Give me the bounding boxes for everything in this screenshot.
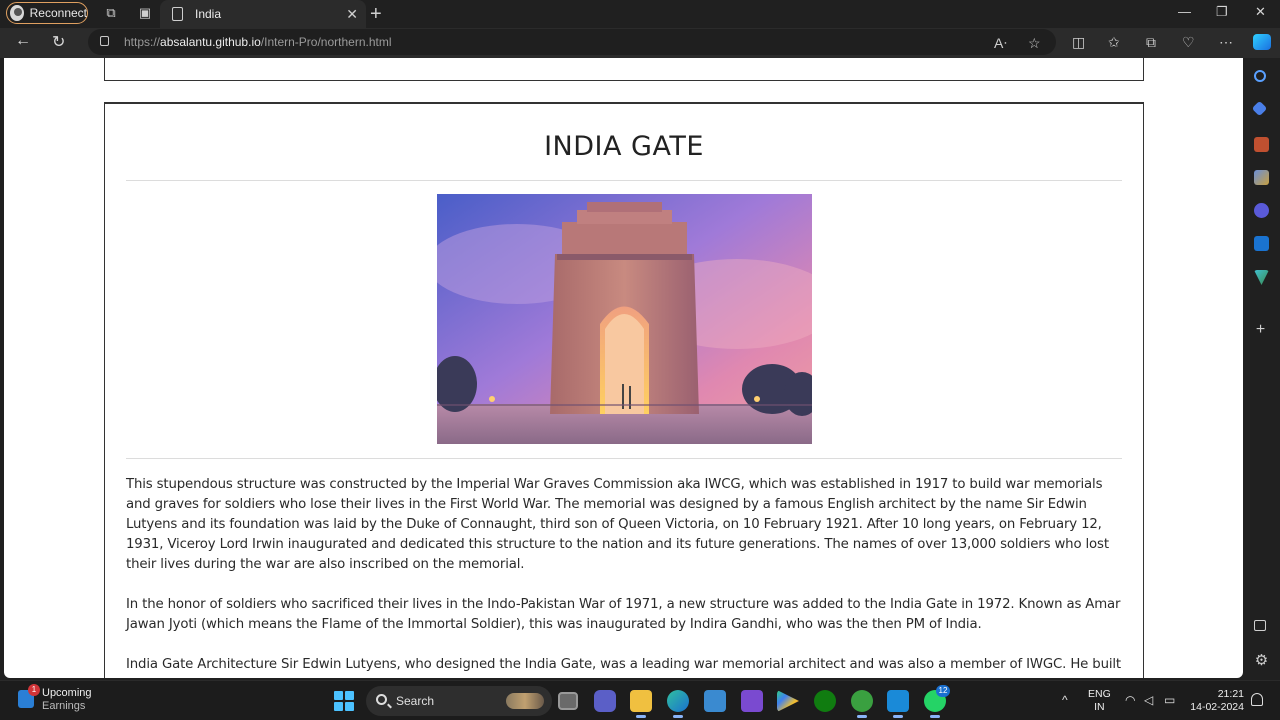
architecture-paragraph: India Gate Architecture Sir Edwin Lutyen… [126,657,1121,678]
tab-title: India [195,7,222,21]
start-button[interactable] [334,691,354,711]
outlook-icon[interactable] [1254,236,1269,251]
page-title: INDIA GATE [544,131,704,162]
taskbar-search[interactable]: Search [366,686,552,716]
address-toolbar: ← ↻ https://absalantu.github.io/Intern-P… [0,28,1280,58]
tools-icon[interactable] [1254,137,1269,152]
wifi-icon[interactable]: ◠ [1125,693,1135,707]
reconnect-profile-button[interactable]: Reconnect [6,2,88,24]
copilot-sidebar-icon[interactable] [1254,203,1269,218]
refresh-icon[interactable]: ↻ [52,32,65,52]
search-highlight-icon [506,693,544,709]
reconnect-label: Reconnect [29,6,87,20]
browser-title-bar: Reconnect ⧉ ▣ India ✕ + — ❐ ✕ [0,0,1280,28]
tab-actions-icon[interactable]: ▣ [137,5,153,21]
search-icon[interactable] [1254,70,1266,82]
volume-icon[interactable]: ◁ [1144,693,1153,707]
microsoft-store-icon[interactable] [704,690,726,712]
history-paragraph: This stupendous structure was constructe… [126,477,1109,572]
drop-icon[interactable] [1254,270,1269,285]
clock-date: 14-02-2024 [1190,701,1244,713]
search-icon [376,694,387,705]
shopping-tag-icon[interactable] [1251,100,1268,117]
tab-india[interactable]: India ✕ [160,0,366,28]
profile-avatar-icon [10,5,24,21]
widget-title: Upcoming [42,687,92,699]
close-window-icon[interactable]: ✕ [1255,4,1266,20]
games-icon[interactable] [1254,170,1269,185]
india-gate-card: INDIA GATE This stupendous structure was… [104,102,1144,678]
xbox-icon[interactable] [814,690,836,712]
whatsapp-icon[interactable]: 12 [924,685,950,718]
page-viewport: INDIA GATE This stupendous structure was… [4,58,1243,678]
close-tab-icon[interactable]: ✕ [346,6,358,23]
more-menu-icon[interactable]: ⋯ [1219,34,1233,51]
vscode-icon[interactable] [887,690,909,718]
previous-card-bottom [104,58,1144,81]
back-icon[interactable]: ← [15,32,31,50]
whatsapp-badge: 12 [936,685,950,697]
settings-gear-icon[interactable]: ⚙ [1254,653,1269,668]
minimize-icon[interactable]: — [1178,4,1191,19]
windows-taskbar: 1 Upcoming Earnings Search 12 ^ ENG IN ◠… [0,680,1280,720]
file-explorer-icon[interactable] [630,690,652,718]
workspaces-icon[interactable]: ⧉ [103,5,119,21]
edge-sidebar: + ⚙ [1244,58,1280,678]
show-hidden-icons-icon[interactable]: ^ [1062,693,1068,707]
copilot-icon[interactable] [1253,34,1271,50]
widget-subtitle: Earnings [42,700,86,712]
favorites-icon[interactable]: ✩ [1108,34,1120,51]
maximize-icon[interactable]: ❐ [1216,4,1228,20]
collections-icon[interactable]: ⧉ [1146,34,1156,51]
language-indicator[interactable]: ENG IN [1088,688,1111,714]
notification-badge: 1 [28,684,40,696]
url-text: https://absalantu.github.io/Intern-Pro/n… [124,35,392,49]
task-view-icon[interactable] [558,692,578,710]
camera-app-icon[interactable] [741,690,763,712]
widgets-icon: 1 [18,684,40,708]
teams-chat-icon[interactable] [594,690,616,712]
system-clock[interactable]: 21:21 14-02-2024 [1190,688,1244,714]
india-gate-image [436,194,812,444]
hide-sidebar-icon[interactable] [1254,620,1266,631]
address-field[interactable]: https://absalantu.github.io/Intern-Pro/n… [88,29,1056,55]
play-store-icon[interactable] [777,690,799,712]
edge-icon[interactable] [667,690,689,718]
browser-essentials-icon[interactable]: ♡ [1182,34,1195,51]
add-sidebar-app-icon[interactable]: + [1253,322,1268,338]
divider [126,180,1122,181]
read-aloud-icon[interactable]: Aᐧ [994,35,1007,52]
battery-icon[interactable]: ▭ [1164,693,1175,707]
utorrent-icon[interactable] [851,690,873,718]
divider [126,458,1122,459]
split-screen-icon[interactable]: ◫ [1072,34,1085,51]
page-document-icon [172,7,183,21]
new-tab-icon[interactable]: + [370,3,382,26]
notification-bell-icon[interactable] [1251,693,1263,706]
search-label: Search [396,694,435,708]
amar-jawan-jyoti-paragraph: In the honor of soldiers who sacrificed … [126,597,1121,632]
clock-time: 21:21 [1217,688,1244,700]
favorite-star-icon[interactable]: ☆ [1028,35,1041,52]
widgets-button[interactable]: 1 Upcoming Earnings [18,684,92,713]
lock-icon [100,36,109,46]
